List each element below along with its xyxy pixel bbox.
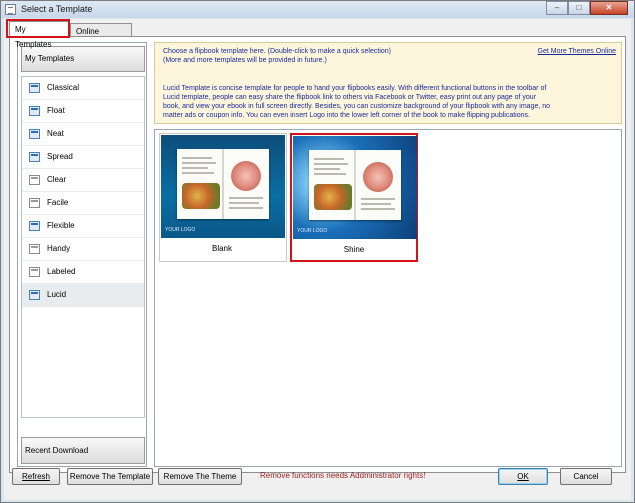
sidebar-item-label: Labeled <box>47 267 76 276</box>
template-name: Shine <box>343 245 365 254</box>
sidebar-item-label: Clear <box>47 175 67 184</box>
ok-button[interactable]: OK <box>498 468 548 485</box>
ok-label: OK <box>517 472 529 481</box>
get-more-themes-link[interactable]: Get More Themes Online <box>538 47 616 56</box>
info-instruction: Choose a flipbook template here. (Double… <box>163 48 392 55</box>
sidebar-item-float[interactable]: Float <box>22 100 144 123</box>
admin-rights-warning: Remove functions needs Addministrator ri… <box>260 471 426 480</box>
flipbook-preview <box>309 150 401 220</box>
refresh-button[interactable]: Refresh <box>12 468 60 485</box>
sidebar-item-label: Flexible <box>47 221 75 230</box>
template-info-panel: Choose a flipbook template here. (Double… <box>154 42 622 124</box>
clear-icon <box>29 175 40 185</box>
sidebar-item-label: Spread <box>47 152 73 161</box>
template-description-line: matter ads or coupon info. You can even … <box>163 112 530 119</box>
my-templates-panel: My Templates Classical Float Neat Spread… <box>9 36 626 473</box>
float-icon <box>29 106 40 116</box>
sidebar-item-labeled[interactable]: Labeled <box>22 261 144 284</box>
maximize-button[interactable]: □ <box>568 1 590 15</box>
info-future-note: (More and more templates will be provide… <box>163 57 327 64</box>
template-gallery: YOUR LOGO Blank YOUR LOGO Shine <box>154 129 622 467</box>
sidebar-item-classical[interactable]: Classical <box>22 77 144 100</box>
tab-online-templates[interactable]: Online Templates <box>70 23 132 51</box>
template-thumb-shine[interactable]: YOUR LOGO Shine <box>290 133 418 262</box>
close-button[interactable]: ✕ <box>590 1 628 15</box>
sidebar-item-label: Lucid <box>47 290 67 299</box>
facile-icon <box>29 198 40 208</box>
sidebar-item-label: Facile <box>47 198 69 207</box>
title-bar[interactable]: Select a Template – □ ✕ <box>1 1 634 18</box>
sidebar-item-label: Classical <box>47 83 80 92</box>
classical-icon <box>29 83 40 93</box>
logo-placeholder: YOUR LOGO <box>297 228 328 234</box>
window-controls: – □ ✕ <box>546 1 628 15</box>
template-description-line: Lucid template, people can easy share th… <box>163 94 537 101</box>
template-thumb-blank[interactable]: YOUR LOGO Blank <box>159 133 287 262</box>
sidebar-item-lucid[interactable]: Lucid <box>22 284 144 307</box>
window-title: Select a Template <box>21 4 93 14</box>
sidebar-item-neat[interactable]: Neat <box>22 123 144 146</box>
cancel-button[interactable]: Cancel <box>560 468 612 485</box>
sidebar-item-facile[interactable]: Facile <box>22 192 144 215</box>
template-list: Classical Float Neat Spread Clear Facile… <box>21 76 145 418</box>
sidebar-item-label: Neat <box>47 129 64 138</box>
sidebar-item-label: Handy <box>47 244 71 253</box>
recent-download-button[interactable]: Recent Download <box>21 437 145 464</box>
sidebar-item-handy[interactable]: Handy <box>22 238 144 261</box>
template-description-line: book, and view your ebook in full screen… <box>163 103 551 110</box>
template-preview-image: YOUR LOGO <box>293 136 417 239</box>
lucid-icon <box>29 290 40 300</box>
sidebar-item-flexible[interactable]: Flexible <box>22 215 144 238</box>
flipbook-preview <box>177 149 269 219</box>
logo-placeholder: YOUR LOGO <box>165 227 196 233</box>
tab-highlight-box <box>6 19 70 38</box>
sidebar-item-label: Float <box>47 106 65 115</box>
labeled-icon <box>29 267 40 277</box>
window-icon <box>5 4 16 15</box>
template-preview-image: YOUR LOGO <box>161 135 285 238</box>
template-name: Blank <box>211 244 232 253</box>
remove-template-button[interactable]: Remove The Template <box>67 468 153 485</box>
template-description-line: Lucid Template is concise template for p… <box>163 85 547 92</box>
spread-icon <box>29 152 40 162</box>
minimize-button[interactable]: – <box>546 1 568 15</box>
dialog-client: Online Templates My Templates My Templat… <box>4 19 631 500</box>
remove-theme-button[interactable]: Remove The Theme <box>158 468 242 485</box>
select-template-dialog: Select a Template – □ ✕ Online Templates… <box>0 0 635 503</box>
sidebar-item-clear[interactable]: Clear <box>22 169 144 192</box>
template-sidebar: My Templates Classical Float Neat Spread… <box>17 42 147 467</box>
sidebar-item-spread[interactable]: Spread <box>22 146 144 169</box>
handy-icon <box>29 244 40 254</box>
neat-icon <box>29 129 40 139</box>
refresh-label: Refresh <box>21 472 50 481</box>
flexible-icon <box>29 221 40 231</box>
